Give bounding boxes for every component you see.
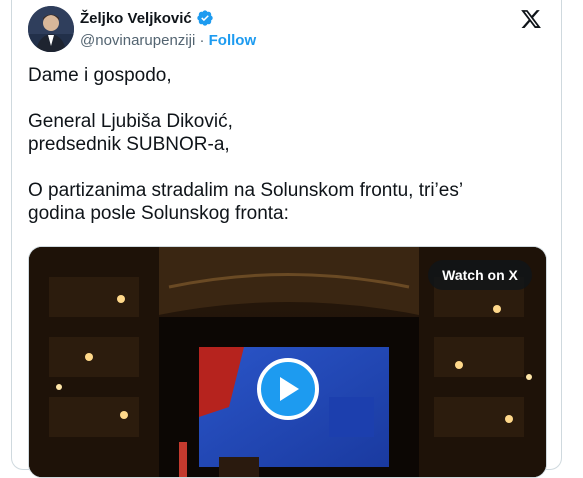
tweet-line: O partizanima stradalim na Solunskom fro… (28, 180, 464, 201)
play-icon (280, 377, 299, 401)
play-button[interactable] (257, 358, 319, 420)
avatar[interactable] (28, 6, 74, 52)
follow-link[interactable]: Follow (209, 32, 257, 49)
separator: · (199, 32, 205, 49)
tweet-line: Dame i gospodo, (28, 65, 172, 86)
tweet-line: predsednik SUBNOR-a, (28, 134, 230, 155)
tweet-line: godina posle Solunskog fronta: (28, 203, 289, 224)
video-thumbnail[interactable]: Watch on X (28, 246, 547, 478)
watch-on-x-button[interactable]: Watch on X (428, 260, 532, 290)
tweet-line: General Ljubiša Diković, (28, 111, 233, 132)
tweet-card[interactable]: Željko Veljković @novinarupenziji · Foll… (11, 0, 562, 478)
author-name[interactable]: Željko Veljković (80, 10, 192, 27)
x-logo-icon[interactable] (520, 8, 542, 30)
verified-badge-icon (197, 10, 213, 26)
tweet-text: Dame i gospodo, General Ljubiša Diković,… (28, 64, 548, 225)
author-handle[interactable]: @novinarupenziji (80, 32, 195, 49)
